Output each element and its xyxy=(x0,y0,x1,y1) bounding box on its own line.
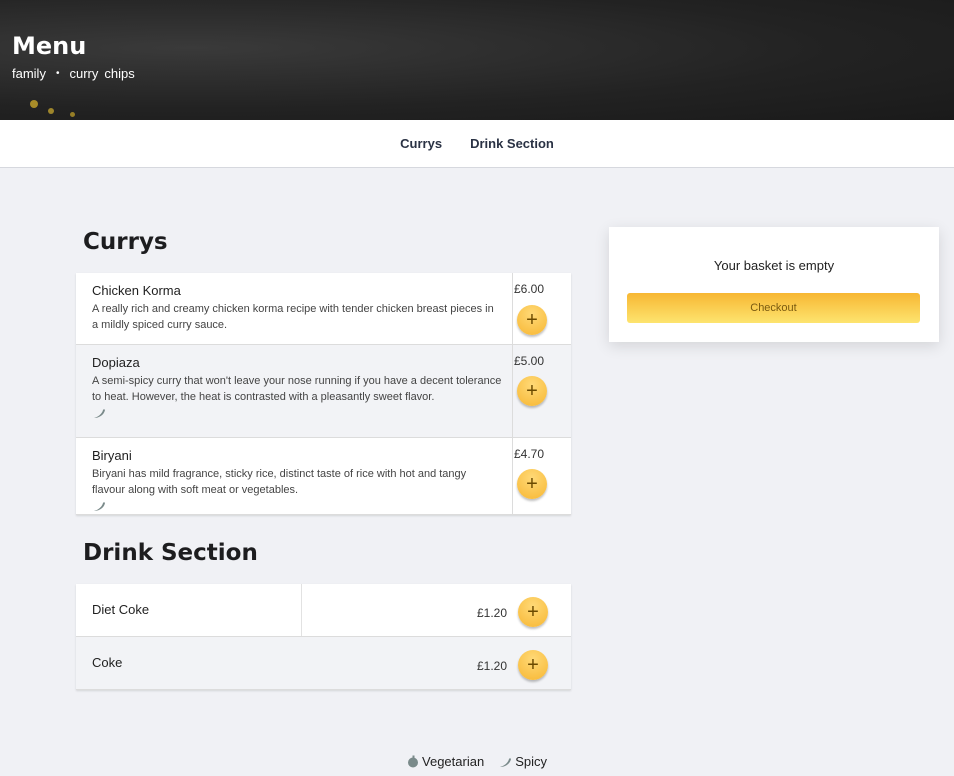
tag-separator: • xyxy=(55,68,60,79)
item-name: Chicken Korma xyxy=(92,283,181,298)
section-title-drink-section: Drink Section xyxy=(83,540,258,566)
item-name: Dopiaza xyxy=(92,355,140,370)
restaurant-tags: family • curry chips xyxy=(12,66,135,81)
page-title: Menu xyxy=(12,32,87,60)
plus-icon: + xyxy=(527,601,539,623)
legend-label: Spicy xyxy=(515,754,547,769)
basket-panel: Your basket is empty Checkout xyxy=(609,227,939,342)
menu-item[interactable]: Biryani Biryani has mild fragrance, stic… xyxy=(76,438,571,515)
item-price: £1.20 xyxy=(476,659,507,673)
chili-icon xyxy=(94,409,105,418)
legend-label: Vegetarian xyxy=(422,754,485,769)
chili-icon xyxy=(94,502,105,511)
plus-icon: + xyxy=(526,309,538,331)
tag: family xyxy=(12,66,46,81)
tag: curry xyxy=(69,66,99,81)
menu-item[interactable]: Dopiaza A semi-spicy curry that won't le… xyxy=(76,345,571,438)
item-name: Diet Coke xyxy=(92,602,150,617)
legend-spicy: Spicy xyxy=(498,754,547,769)
tag: chips xyxy=(104,66,135,81)
dietary-legend: Vegetarian Spicy xyxy=(0,754,954,769)
hero-banner: Menu family • curry chips xyxy=(0,0,954,120)
item-price: £6.00 xyxy=(514,282,545,296)
add-to-basket-button[interactable]: + xyxy=(517,376,547,406)
hero-decoration xyxy=(30,100,38,108)
legend-vegetarian: Vegetarian xyxy=(407,754,484,769)
plus-icon: + xyxy=(526,380,538,402)
add-to-basket-button[interactable]: + xyxy=(518,597,548,627)
basket-empty-message: Your basket is empty xyxy=(713,258,835,273)
currys-list: Chicken Korma A really rich and creamy c… xyxy=(76,273,571,515)
item-name: Coke xyxy=(92,655,123,670)
plus-icon: + xyxy=(526,473,538,495)
menu-item[interactable]: Coke £1.20 + xyxy=(76,637,571,690)
item-price: £1.20 xyxy=(476,606,507,620)
item-name: Biryani xyxy=(92,448,132,463)
item-description: Biryani has mild fragrance, sticky rice,… xyxy=(92,468,467,496)
item-description: A really rich and creamy chicken korma r… xyxy=(92,303,494,331)
nav-link-drink-section[interactable]: Drink Section xyxy=(470,136,554,151)
chili-icon xyxy=(500,757,512,767)
menu-item[interactable]: Diet Coke £1.20 + xyxy=(76,584,571,637)
section-nav: Currys Drink Section xyxy=(0,120,954,168)
drinks-list: Diet Coke £1.20 + Coke £1.20 + xyxy=(76,584,571,690)
divider xyxy=(301,584,302,636)
checkout-button[interactable]: Checkout xyxy=(627,293,920,323)
nav-link-currys[interactable]: Currys xyxy=(400,136,442,151)
menu-item[interactable]: Chicken Korma A really rich and creamy c… xyxy=(76,273,571,345)
section-title-currys: Currys xyxy=(83,229,168,255)
hero-decoration xyxy=(48,108,54,114)
add-to-basket-button[interactable]: + xyxy=(517,305,547,335)
plus-icon: + xyxy=(527,654,539,676)
add-to-basket-button[interactable]: + xyxy=(517,469,547,499)
hero-decoration xyxy=(70,112,75,117)
add-to-basket-button[interactable]: + xyxy=(518,650,548,680)
item-price: £5.00 xyxy=(514,354,545,368)
leaf-icon xyxy=(408,755,419,768)
item-price: £4.70 xyxy=(514,447,545,461)
item-description: A semi-spicy curry that won't leave your… xyxy=(92,375,502,403)
